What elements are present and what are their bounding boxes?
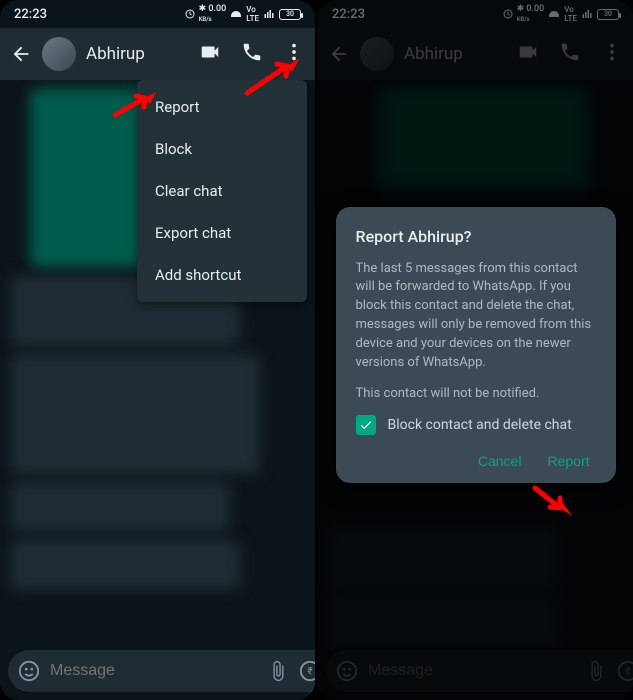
- options-menu: Report Block Clear chat Export chat Add …: [137, 80, 307, 302]
- message-input-box[interactable]: ₹: [8, 650, 315, 692]
- message-bubble: [10, 482, 230, 532]
- status-icons: ✱ 0.00KB/s VoLTE 30: [184, 4, 301, 24]
- chat-header: Abhirup: [0, 28, 315, 80]
- more-options-icon[interactable]: [283, 41, 305, 67]
- report-button[interactable]: Report: [547, 453, 589, 469]
- menu-item-report[interactable]: Report: [137, 86, 307, 128]
- message-bubble: [10, 540, 240, 590]
- chat-body: Report Block Clear chat Export chat Add …: [0, 80, 315, 648]
- dialog-title: Report Abhirup?: [356, 227, 596, 246]
- menu-item-add-shortcut[interactable]: Add shortcut: [137, 254, 307, 296]
- menu-item-block[interactable]: Block: [137, 128, 307, 170]
- dialog-text: This contact will not be notified.: [356, 385, 596, 404]
- phone-screenshot-right: 22:23 ✱ 0.00KB/s VoLTE 30 Abhirup: [318, 0, 633, 700]
- svg-text:₹: ₹: [307, 667, 312, 678]
- message-bubble: [10, 354, 260, 474]
- emoji-icon[interactable]: [18, 660, 40, 682]
- menu-item-export-chat[interactable]: Export chat: [137, 212, 307, 254]
- annotation-arrow: [530, 483, 575, 522]
- checkbox-label: Block contact and delete chat: [388, 417, 572, 433]
- cancel-button[interactable]: Cancel: [478, 453, 522, 469]
- video-call-icon[interactable]: [199, 41, 221, 67]
- checkbox-icon[interactable]: [356, 415, 376, 435]
- message-input-bar: ₹: [0, 648, 315, 700]
- dialog-text: The last 5 messages from this contact wi…: [356, 260, 596, 373]
- report-dialog: Report Abhirup? The last 5 messages from…: [336, 207, 616, 484]
- rupee-icon[interactable]: ₹: [299, 660, 315, 682]
- block-delete-checkbox-row[interactable]: Block contact and delete chat: [356, 415, 596, 435]
- back-button[interactable]: [10, 43, 32, 65]
- dialog-overlay: Report Abhirup? The last 5 messages from…: [318, 0, 633, 700]
- message-input[interactable]: [50, 662, 257, 680]
- phone-screenshot-left: 22:23 ✱ 0.00KB/s VoLTE 30 Abhirup: [0, 0, 315, 700]
- status-bar: 22:23 ✱ 0.00KB/s VoLTE 30: [0, 0, 315, 28]
- voice-call-icon[interactable]: [241, 41, 263, 67]
- menu-item-clear-chat[interactable]: Clear chat: [137, 170, 307, 212]
- status-time: 22:23: [14, 7, 47, 22]
- contact-name[interactable]: Abhirup: [86, 44, 189, 64]
- attachment-icon[interactable]: [267, 660, 289, 682]
- contact-avatar[interactable]: [42, 37, 76, 71]
